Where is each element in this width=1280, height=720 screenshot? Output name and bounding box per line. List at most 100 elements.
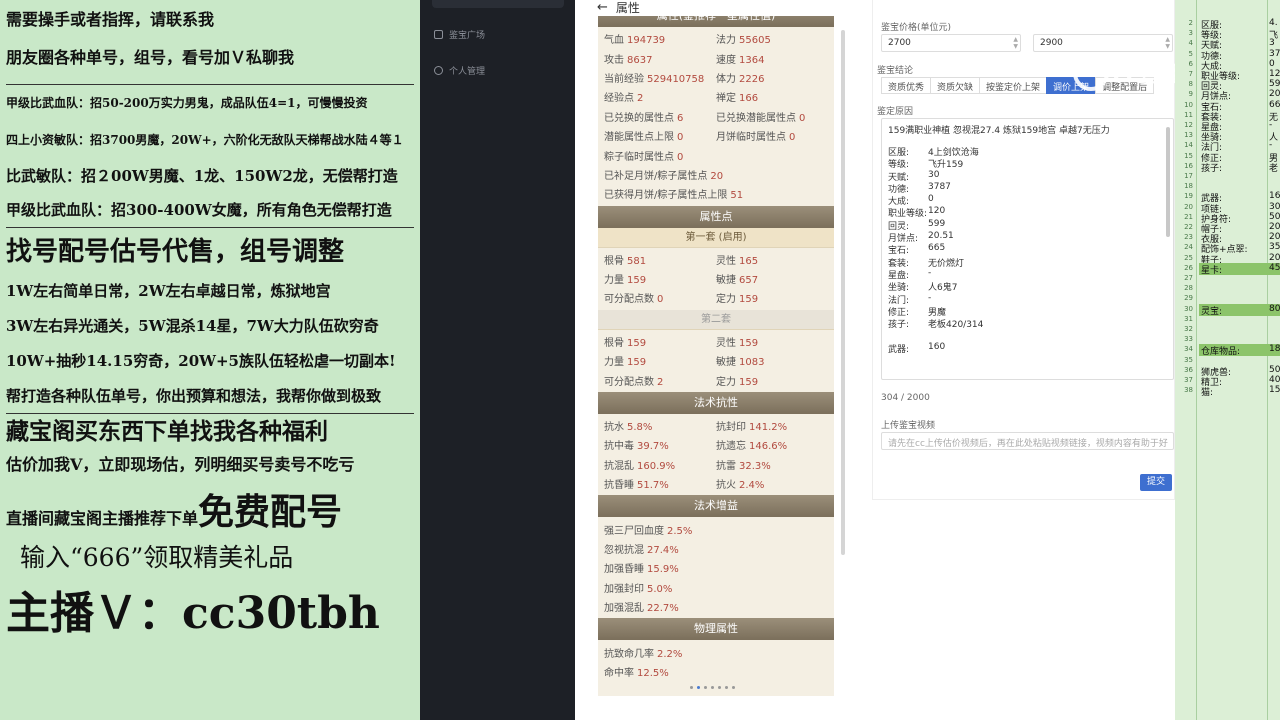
reason-value: - (928, 267, 932, 278)
attribute-value: 165 (739, 255, 759, 267)
back-arrow-icon[interactable]: ← (597, 0, 608, 15)
attribute-value: 6 (677, 112, 684, 124)
page-dot[interactable] (732, 686, 735, 689)
sheet-row-number: 33 (1184, 335, 1193, 344)
watermark-text: cc直播 (1113, 63, 1184, 88)
nav-item-personal[interactable]: 个人管理 (434, 64, 485, 77)
tab-list-at-appraised[interactable]: 按鉴定价上架 (979, 77, 1048, 94)
textarea-scrollbar[interactable] (1165, 123, 1171, 373)
nav-item-appraisal-square[interactable]: 鉴宝广场 (434, 28, 485, 41)
attribute-row: 气血 194739 法力 55605 (604, 29, 828, 48)
sheet-value[interactable]: 15 (1269, 385, 1280, 395)
sheet-row-number: 13 (1184, 131, 1193, 140)
sheet-key[interactable]: 孩子: (1201, 161, 1222, 174)
sheet-value[interactable]: 50 (1269, 212, 1280, 222)
sheet-value[interactable]: 16 (1269, 191, 1280, 201)
sheet-value[interactable]: 20 (1269, 232, 1280, 242)
attribute-key: 经验点 (604, 93, 634, 105)
reason-first-line: 159满职业神植 忽视混27.4 炼狱159地宫 卓越7无压力 (888, 126, 1110, 136)
sub-heading: 第一套 (启用) (598, 227, 834, 248)
attribute-cell: 强三尸回血度 2.5% (604, 522, 828, 537)
attribute-value: 5.8% (627, 422, 653, 434)
reason-line: 武器: 160 (888, 342, 1167, 355)
sheet-value[interactable]: 30 (1269, 202, 1280, 212)
attribute-key: 已兑换的属性点 (604, 112, 674, 124)
stepper-icon[interactable]: ▲ ▼ (1013, 36, 1018, 50)
sheet-value[interactable]: 80 (1269, 304, 1280, 314)
sheet-value[interactable]: 50 (1269, 365, 1280, 375)
sheet-value[interactable]: 3 (1269, 38, 1275, 48)
attribute-key: 根骨 (604, 337, 624, 349)
reason-line: 宝石: 665 (888, 243, 1167, 256)
tab-quality-lacking[interactable]: 资质欠缺 (930, 77, 981, 94)
attribute-key: 抗遗忘 (716, 441, 746, 453)
attribute-cell: 攻击 8637 (604, 51, 716, 66)
page-dot[interactable] (697, 686, 700, 689)
sheet-value[interactable]: 45 (1269, 263, 1280, 273)
sheet-value[interactable]: 20 (1269, 253, 1280, 263)
sheet-value[interactable]: 20 (1269, 89, 1280, 99)
attribute-key: 潜能属性点上限 (604, 132, 674, 144)
sheet-key[interactable]: 猫: (1201, 385, 1213, 398)
sheet-value[interactable]: - (1269, 120, 1272, 130)
attribute-row: 抗致命几率 2.2% (604, 642, 828, 661)
point-set-2: 根骨 159 灵性 159 力量 159 敏捷 1083 可分配点数 2 定力 159 (598, 330, 834, 392)
sheet-row-number: 34 (1184, 345, 1193, 354)
sheet-value[interactable]: 59 (1269, 79, 1280, 89)
sheet-value[interactable]: 40 (1269, 375, 1280, 385)
reason-key: 回灵: (888, 221, 910, 232)
page-dot[interactable] (690, 686, 693, 689)
tab-quality-good[interactable]: 资质优秀 (881, 77, 932, 94)
reason-line: 坐骑: 人6鬼7 (888, 280, 1167, 293)
reason-value: 飞升159 (928, 160, 964, 171)
sheet-row-number: 37 (1184, 376, 1193, 384)
sheet-value[interactable]: 66 (1269, 100, 1280, 110)
reason-value: 20.51 (928, 231, 954, 242)
attribute-row: 潜能属性点上限 0 月饼临时属性点 0 (604, 126, 828, 145)
attribute-value: 2.5% (667, 525, 693, 537)
sheet-value[interactable]: 0 (1269, 59, 1275, 69)
submit-button[interactable]: 提交 (1140, 474, 1172, 491)
sheet-key[interactable]: 星卡: (1201, 263, 1222, 276)
sheet-value[interactable]: - (1269, 140, 1272, 150)
attribute-value: 2 (657, 376, 664, 388)
sheet-row-number: 6 (1188, 59, 1193, 68)
price-max-input[interactable]: 2900 ▲ ▼ (1033, 34, 1173, 52)
sheet-key[interactable]: 灵宝: (1201, 304, 1222, 317)
sheet-value[interactable]: 35 (1269, 242, 1280, 252)
page-dot[interactable] (718, 686, 721, 689)
reason-line: 修正: 男魔 (888, 305, 1167, 318)
sheet-key[interactable]: 仓库物品: (1201, 344, 1240, 357)
attribute-value: 141.2% (749, 422, 788, 434)
sheet-row-number: 9 (1188, 90, 1193, 99)
attribute-key: 敏捷 (716, 357, 736, 369)
sheet-value[interactable]: 老 (1269, 161, 1278, 174)
page-dot[interactable] (725, 686, 728, 689)
attribute-row: 加强昏睡 15.9% (604, 558, 828, 577)
overlay-line: 找号配号估号代售，组号调整 (6, 237, 345, 267)
stepper-icon[interactable]: ▲ ▼ (1165, 36, 1170, 50)
resistances: 抗水 5.8% 抗封印 141.2% 抗中毒 39.7% 抗遗忘 146.6% 抗混乱 160.9… (598, 414, 834, 496)
reason-key: 等级: (888, 160, 910, 171)
panel-scrollbar[interactable] (841, 30, 845, 555)
sheet-value[interactable]: 18 (1269, 344, 1280, 354)
sub-heading: 第二套 (598, 309, 834, 330)
attribute-row: 根骨 581 灵性 165 (604, 250, 828, 269)
attribute-panel[interactable]: 属性(鉴推荐一星属性值) 气血194739法力55605攻击8637速度1364… (598, 16, 834, 696)
reason-textarea[interactable]: 159满职业神植 忽视混27.4 炼狱159地宫 卓越7无压力 区服: 4上剑饮沧… (881, 118, 1174, 380)
page-dot[interactable] (704, 686, 707, 689)
attribute-cell: 灵性 165 (716, 252, 828, 267)
attribute-value: 1083 (739, 357, 765, 369)
attribute-cell: 经验点 2 (604, 89, 716, 104)
attribute-cell: 抗中毒 39.7% (604, 437, 716, 452)
page-dot[interactable] (711, 686, 714, 689)
sheet-value[interactable]: 37 (1269, 49, 1280, 59)
sheet-value[interactable]: 12 (1269, 69, 1280, 79)
sheet-value[interactable]: 20 (1269, 222, 1280, 232)
video-link-input[interactable]: 请先在cc上传估价视频后，再在此处粘贴视频链接，视频内容有助于好 (881, 432, 1174, 450)
overlay-line: 1W左右简单日常，2W左右卓越日常，炼狱地宫 (6, 282, 331, 300)
reason-value: 30 (928, 169, 940, 180)
price-min-input[interactable]: 2700 ▲ ▼ (881, 34, 1021, 52)
sheet-row-number: 18 (1184, 182, 1193, 191)
sheet-value[interactable]: 4. (1269, 18, 1278, 28)
